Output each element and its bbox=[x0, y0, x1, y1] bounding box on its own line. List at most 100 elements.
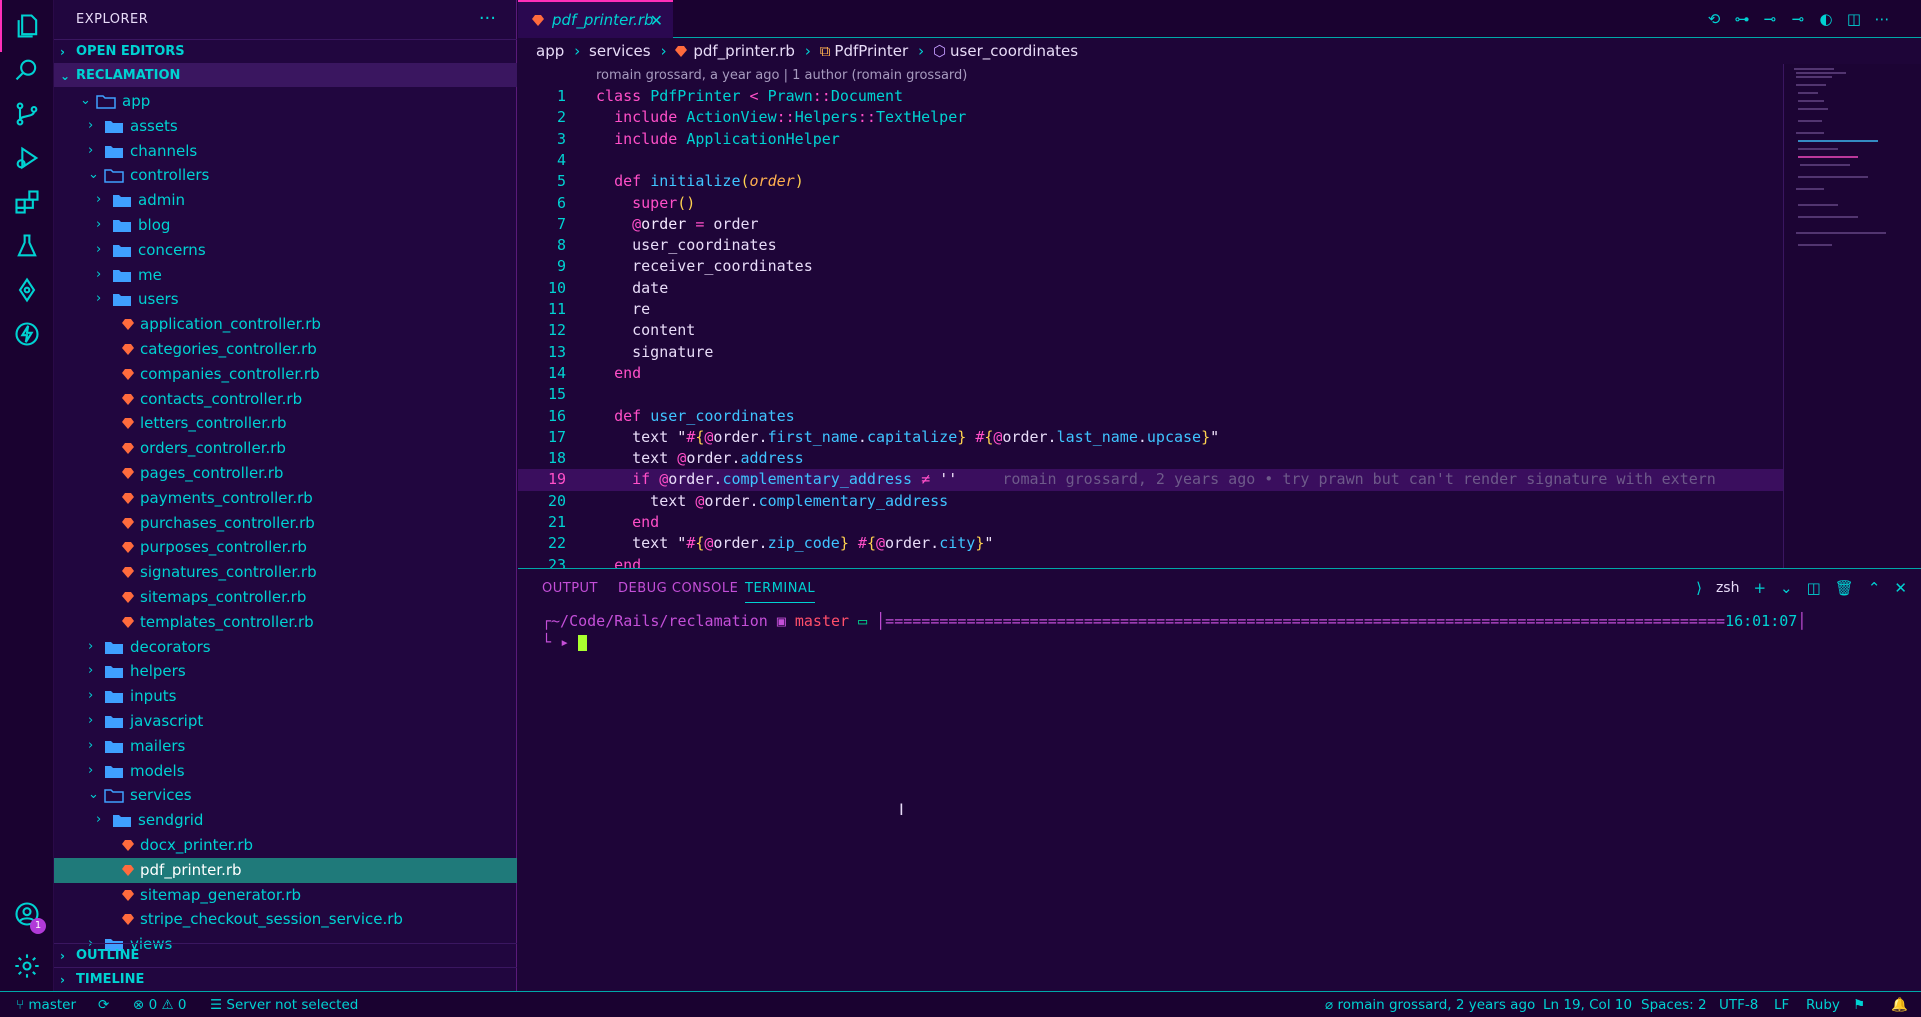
chevron-down-icon[interactable]: ⌄ bbox=[1780, 579, 1793, 597]
close-tab-icon[interactable]: ✕ bbox=[650, 11, 663, 30]
previous-change-icon[interactable]: ⊸ bbox=[1761, 10, 1779, 28]
breadcrumb-item[interactable]: PdfPrinter bbox=[834, 42, 908, 60]
next-change-icon[interactable]: ⊸ bbox=[1789, 10, 1807, 28]
file-item[interactable]: categories_controller.rb bbox=[54, 337, 517, 362]
history-icon[interactable]: ⟲ bbox=[1705, 10, 1723, 28]
prompt-arrow: ▸ bbox=[560, 633, 570, 651]
code-line: 21 end bbox=[518, 512, 1783, 533]
folder-item[interactable]: › helpers bbox=[54, 659, 517, 684]
folder-icon bbox=[105, 120, 123, 133]
open-editors-section[interactable]: › OPEN EDITORS bbox=[54, 39, 517, 63]
problems-status[interactable]: ⊗ 0 ⚠ 0 bbox=[133, 992, 187, 1017]
sync-icon[interactable]: ⟳ bbox=[98, 992, 109, 1017]
breadcrumb-item[interactable]: services bbox=[589, 42, 651, 60]
file-item[interactable]: letters_controller.rb bbox=[54, 411, 517, 436]
ruby-file-icon bbox=[532, 15, 544, 26]
file-item[interactable]: signatures_controller.rb bbox=[54, 560, 517, 585]
folder-item[interactable]: › concerns bbox=[54, 238, 517, 263]
file-item[interactable]: docx_printer.rb bbox=[54, 833, 517, 858]
git-blame-status[interactable]: ⌀ romain grossard, 2 years ago bbox=[1325, 992, 1535, 1017]
terminal-output[interactable]: ┌~/Code/Rails/reclamation ▣ master ▭ │==… bbox=[542, 611, 1912, 671]
settings-icon[interactable] bbox=[0, 940, 54, 992]
sidebar-title: EXPLORER bbox=[76, 12, 149, 27]
breadcrumb-item[interactable]: app bbox=[536, 42, 564, 60]
language-mode[interactable]: Ruby bbox=[1806, 992, 1840, 1017]
more-actions-icon[interactable]: ··· bbox=[479, 8, 496, 29]
file-item[interactable]: companies_controller.rb bbox=[54, 362, 517, 387]
chevron-right-icon: › bbox=[88, 663, 94, 679]
file-item[interactable]: purchases_controller.rb bbox=[54, 511, 517, 536]
file-item[interactable]: sitemap_generator.rb bbox=[54, 883, 517, 908]
folder-item[interactable]: › assets bbox=[54, 114, 517, 139]
folder-item[interactable]: ⌄ controllers bbox=[54, 163, 517, 188]
tab-pdf-printer[interactable]: pdf_printer.rb ✕ bbox=[518, 0, 673, 38]
folder-item[interactable]: › blog bbox=[54, 213, 517, 238]
trash-icon[interactable]: 🗑 bbox=[1835, 579, 1854, 597]
folder-item[interactable]: › me bbox=[54, 263, 517, 288]
outline-section[interactable]: › OUTLINE bbox=[54, 943, 517, 967]
close-panel-icon[interactable]: ✕ bbox=[1894, 579, 1907, 597]
end-of-line[interactable]: LF bbox=[1774, 992, 1789, 1017]
git-compare-icon[interactable]: ⊶ bbox=[1733, 10, 1751, 28]
folder-item[interactable]: › decorators bbox=[54, 635, 517, 660]
gitlens-toggle-icon[interactable]: ◐ bbox=[1817, 10, 1835, 28]
account-icon[interactable]: 1 bbox=[0, 888, 54, 940]
breadcrumb-item[interactable]: user_coordinates bbox=[950, 42, 1078, 60]
line-number: 19 bbox=[547, 470, 566, 489]
git-branch-status[interactable]: ⑂ master bbox=[16, 992, 76, 1017]
code-editor[interactable]: romain grossard, a year ago | 1 author (… bbox=[518, 64, 1783, 568]
reclamation-section[interactable]: ⌄ RECLAMATION bbox=[54, 63, 517, 87]
file-item[interactable]: contacts_controller.rb bbox=[54, 387, 517, 412]
code-text: text "#{@order.first_name.capitalize} #{… bbox=[596, 427, 1220, 446]
tab-terminal[interactable]: TERMINAL bbox=[745, 581, 816, 603]
folder-item[interactable]: ⌄ services bbox=[54, 783, 517, 808]
folder-item[interactable]: › users bbox=[54, 287, 517, 312]
split-editor-icon[interactable]: ◫ bbox=[1845, 10, 1863, 28]
folder-item[interactable]: › models bbox=[54, 759, 517, 784]
folder-item[interactable]: › javascript bbox=[54, 709, 517, 734]
folder-item[interactable]: ⌄ app bbox=[54, 89, 517, 114]
folder-item[interactable]: › channels bbox=[54, 139, 517, 164]
folder-icon bbox=[105, 641, 123, 654]
file-item[interactable]: purposes_controller.rb bbox=[54, 535, 517, 560]
file-item[interactable]: pdf_printer.rb bbox=[54, 857, 517, 883]
codelens-authors[interactable]: romain grossard, a year ago | 1 author (… bbox=[596, 68, 967, 83]
thunder-icon[interactable] bbox=[0, 308, 54, 360]
file-item[interactable]: orders_controller.rb bbox=[54, 436, 517, 461]
file-item[interactable]: pages_controller.rb bbox=[54, 461, 517, 486]
timeline-section[interactable]: › TIMELINE bbox=[54, 967, 517, 991]
ruby-file-icon bbox=[122, 542, 134, 554]
folder-item[interactable]: › inputs bbox=[54, 684, 517, 709]
folder-item[interactable]: › admin bbox=[54, 188, 517, 213]
feedback-icon[interactable]: ⚑ bbox=[1853, 992, 1865, 1017]
line-number: 5 bbox=[556, 172, 566, 191]
tab-output[interactable]: OUTPUT bbox=[542, 581, 598, 596]
prompt-bracket-icon: ┌ bbox=[542, 612, 552, 630]
code-text: end bbox=[614, 363, 642, 382]
file-item[interactable]: payments_controller.rb bbox=[54, 486, 517, 511]
minimap[interactable] bbox=[1783, 64, 1921, 568]
notifications-icon[interactable]: 🔔 bbox=[1891, 992, 1908, 1017]
split-terminal-icon[interactable]: ◫ bbox=[1807, 579, 1821, 597]
file-item[interactable]: sitemaps_controller.rb bbox=[54, 585, 517, 610]
code-text: text "#{@order.zip_code} #{@order.city}" bbox=[596, 534, 994, 553]
breadcrumb-item[interactable]: pdf_printer.rb bbox=[693, 42, 795, 60]
folder-open-icon bbox=[104, 169, 124, 184]
tab-debug-console[interactable]: DEBUG CONSOLE bbox=[618, 581, 738, 596]
new-terminal-icon[interactable]: + bbox=[1753, 579, 1766, 597]
file-item[interactable]: stripe_checkout_session_service.rb bbox=[54, 907, 517, 932]
server-status[interactable]: ☰ Server not selected bbox=[210, 992, 358, 1017]
terminal-prompt-line: ┌~/Code/Rails/reclamation ▣ master ▭ │==… bbox=[542, 612, 1807, 630]
encoding[interactable]: UTF-8 bbox=[1719, 992, 1758, 1017]
folder-item[interactable]: › sendgrid bbox=[54, 808, 517, 833]
indentation[interactable]: Spaces: 2 bbox=[1641, 992, 1707, 1017]
folder-label: concerns bbox=[138, 240, 206, 259]
code-text: include ActionView::Helpers::TextHelper bbox=[614, 108, 967, 127]
cursor-position[interactable]: Ln 19, Col 10 bbox=[1543, 992, 1632, 1017]
terminal-shell-select[interactable]: zsh bbox=[1716, 580, 1740, 596]
folder-item[interactable]: › mailers bbox=[54, 734, 517, 759]
file-item[interactable]: templates_controller.rb bbox=[54, 610, 517, 635]
file-item[interactable]: application_controller.rb bbox=[54, 312, 517, 337]
more-actions-icon[interactable]: ⋯ bbox=[1873, 10, 1891, 28]
maximize-panel-icon[interactable]: ⌃ bbox=[1868, 579, 1881, 597]
